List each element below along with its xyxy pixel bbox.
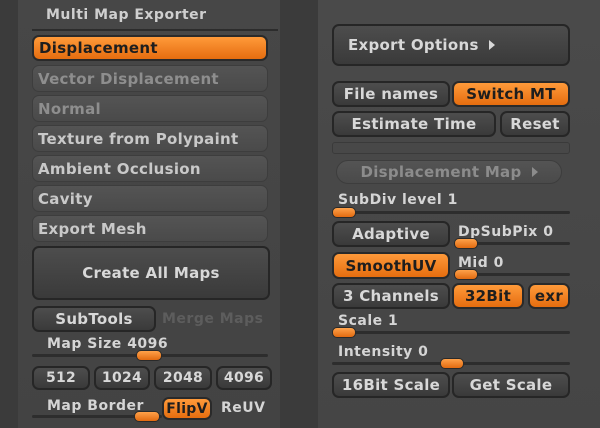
scale-value: 1 <box>388 313 399 329</box>
map-export-mesh-label: Export Mesh <box>38 219 147 238</box>
displacement-map-section-button[interactable]: Displacement Map <box>336 160 562 184</box>
map-displacement-label: Displacement <box>39 39 158 57</box>
adaptive-button[interactable]: Adaptive <box>332 221 450 247</box>
map-texture-polypaint-label: Texture from Polypaint <box>38 129 239 148</box>
map-border-slider-knob[interactable] <box>134 411 160 422</box>
intensity-value: 0 <box>418 344 429 360</box>
intensity-label-text: Intensity <box>338 344 413 360</box>
file-names-label: File names <box>343 85 439 103</box>
create-all-maps-label: Create All Maps <box>82 264 220 282</box>
exr-button[interactable]: exr <box>528 283 570 309</box>
map-texture-polypaint-button[interactable]: Texture from Polypaint <box>32 125 268 152</box>
panel-title: Multi Map Exporter <box>46 7 207 23</box>
chevron-right-icon <box>531 167 538 177</box>
map-normal-button[interactable]: Normal <box>32 95 268 122</box>
dpsubpix-value: 0 <box>543 224 554 240</box>
switch-mt-button[interactable]: Switch MT <box>452 81 570 107</box>
size-2048-label: 2048 <box>162 370 204 386</box>
get-scale-button[interactable]: Get Scale <box>452 372 570 398</box>
reuv-label[interactable]: ReUV <box>221 400 265 416</box>
smoothuv-label: SmoothUV <box>345 256 437 275</box>
size-4096-label: 4096 <box>223 370 265 386</box>
flipv-label: FlipV <box>166 400 208 417</box>
32bit-label: 32Bit <box>464 287 512 305</box>
mid-slider-knob[interactable] <box>454 269 478 280</box>
chevron-right-icon <box>488 40 495 50</box>
channels-label: 3 Channels <box>342 287 440 305</box>
32bit-button[interactable]: 32Bit <box>452 283 524 309</box>
switch-mt-label: Switch MT <box>466 85 556 103</box>
scale-slider-track[interactable] <box>332 331 570 334</box>
export-options-panel: Export Options File names Switch MT Esti… <box>318 0 600 428</box>
map-border-label: Map Border <box>47 398 144 414</box>
size-512-button[interactable]: 512 <box>32 366 90 390</box>
file-names-button[interactable]: File names <box>332 81 450 107</box>
estimate-time-label: Estimate Time <box>351 115 477 133</box>
subtools-label: SubTools <box>55 310 133 328</box>
map-ambient-occlusion-label: Ambient Occlusion <box>38 159 201 178</box>
subdiv-slider-knob[interactable] <box>332 207 356 218</box>
reset-label: Reset <box>510 115 560 133</box>
intensity-slider-knob[interactable] <box>440 358 464 369</box>
section-divider <box>332 142 570 154</box>
map-cavity-button[interactable]: Cavity <box>32 185 268 212</box>
size-2048-button[interactable]: 2048 <box>154 366 212 390</box>
size-512-label: 512 <box>45 370 77 386</box>
exr-label: exr <box>534 287 564 305</box>
channels-button[interactable]: 3 Channels <box>332 283 450 309</box>
map-vector-displacement-button[interactable]: Vector Displacement <box>32 65 268 92</box>
smoothuv-button[interactable]: SmoothUV <box>332 252 450 279</box>
estimate-time-button[interactable]: Estimate Time <box>332 111 496 137</box>
subdiv-label-text: SubDiv level <box>338 192 443 208</box>
size-1024-label: 1024 <box>101 370 143 386</box>
subdiv-level-label: SubDiv level 1 <box>338 192 458 208</box>
dpsubpix-slider-knob[interactable] <box>454 238 478 249</box>
map-vector-displacement-label: Vector Displacement <box>38 69 219 88</box>
intensity-label: Intensity 0 <box>338 344 428 360</box>
16bit-scale-button[interactable]: 16Bit Scale <box>332 372 450 398</box>
map-size-label-text: Map Size <box>47 336 122 352</box>
title-divider <box>32 29 278 31</box>
flipv-button[interactable]: FlipV <box>162 397 212 420</box>
map-normal-label: Normal <box>38 99 101 118</box>
reset-button[interactable]: Reset <box>500 111 570 137</box>
scale-slider-knob[interactable] <box>332 327 356 338</box>
export-options-label: Export Options <box>348 36 479 54</box>
map-size-slider-knob[interactable] <box>136 350 162 361</box>
merge-maps-label: Merge Maps <box>162 311 264 327</box>
get-scale-label: Get Scale <box>469 376 553 394</box>
displacement-map-label: Displacement Map <box>360 163 522 181</box>
adaptive-label: Adaptive <box>352 225 430 243</box>
export-options-button[interactable]: Export Options <box>332 24 570 66</box>
map-ambient-occlusion-button[interactable]: Ambient Occlusion <box>32 155 268 182</box>
subdiv-value: 1 <box>447 192 458 208</box>
map-displacement-button[interactable]: Displacement <box>32 35 268 61</box>
multi-map-exporter-panel: Multi Map Exporter Displacement Vector D… <box>18 0 280 428</box>
map-export-mesh-button[interactable]: Export Mesh <box>32 215 268 242</box>
subdiv-slider-track[interactable] <box>332 211 570 214</box>
subtools-button[interactable]: SubTools <box>32 306 156 332</box>
create-all-maps-button[interactable]: Create All Maps <box>32 246 270 300</box>
size-4096-button[interactable]: 4096 <box>216 366 272 390</box>
16bit-scale-label: 16Bit Scale <box>341 376 441 394</box>
mid-value: 0 <box>493 255 504 271</box>
size-1024-button[interactable]: 1024 <box>94 366 150 390</box>
map-cavity-label: Cavity <box>38 189 93 208</box>
